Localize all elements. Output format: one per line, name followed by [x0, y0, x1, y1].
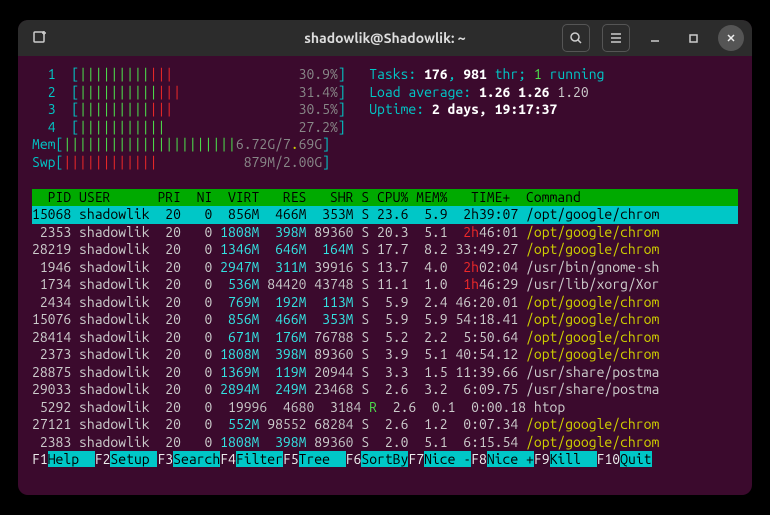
menu-button[interactable]: [602, 24, 630, 52]
process-row[interactable]: 28219 shadowlik 20 0 1346M 646M 164M S 1…: [32, 241, 738, 259]
search-button[interactable]: [562, 24, 590, 52]
cpu-meter-4: 4 [||||||||||| 27.2%]: [32, 119, 738, 137]
titlebar: shadowlik@Shadowlik: ~: [18, 20, 752, 56]
mem-meter: Mem[||||||||||||||||||||||6.72G/7.69G]: [32, 136, 738, 154]
new-tab-button[interactable]: [26, 24, 54, 52]
process-row[interactable]: 27121 shadowlik 20 0 552M 98552 68284 S …: [32, 416, 738, 434]
terminal-body[interactable]: 1 [|||||||||||| 30.9%] Tasks: 176, 981 t…: [18, 56, 752, 469]
process-header[interactable]: PID USER PRI NI VIRT RES SHR S CPU% MEM%…: [32, 189, 738, 207]
process-row[interactable]: 2373 shadowlik 20 0 1808M 398M 89360 S 3…: [32, 346, 738, 364]
process-row[interactable]: 15068 shadowlik 20 0 856M 466M 353M S 23…: [32, 206, 738, 224]
window-title: shadowlik@Shadowlik: ~: [304, 30, 465, 46]
process-row[interactable]: 5292 shadowlik 20 0 19996 4680 3184 R 2.…: [32, 399, 738, 417]
function-keys[interactable]: F1Help F2Setup F3SearchF4FilterF5Tree F6…: [32, 451, 738, 469]
swap-meter: Swp[|||||||||||| 879M/2.00G]: [32, 154, 738, 172]
process-row[interactable]: 2353 shadowlik 20 0 1808M 398M 89360 S 2…: [32, 224, 738, 242]
cpu-meter-1: 1 [|||||||||||| 30.9%] Tasks: 176, 981 t…: [32, 66, 738, 84]
close-button[interactable]: [718, 25, 744, 51]
process-row[interactable]: 2383 shadowlik 20 0 1808M 398M 89360 S 2…: [32, 434, 738, 452]
cpu-meter-2: 2 [||||||||||||| 31.4%] Load average: 1.…: [32, 84, 738, 102]
process-row[interactable]: 29033 shadowlik 20 0 2894M 249M 23468 S …: [32, 381, 738, 399]
process-row[interactable]: 1946 shadowlik 20 0 2947M 311M 39916 S 1…: [32, 259, 738, 277]
terminal-window: shadowlik@Shadowlik: ~ 1 [|||||||||||| 3…: [18, 20, 752, 495]
maximize-button[interactable]: [680, 25, 706, 51]
process-row[interactable]: 28875 shadowlik 20 0 1369M 119M 20944 S …: [32, 364, 738, 382]
process-row[interactable]: 1734 shadowlik 20 0 536M 84420 43748 S 1…: [32, 276, 738, 294]
process-row[interactable]: 15076 shadowlik 20 0 856M 466M 353M S 5.…: [32, 311, 738, 329]
cpu-meter-3: 3 [|||||||||||| 30.5%] Uptime: 2 days, 1…: [32, 101, 738, 119]
process-row[interactable]: 28414 shadowlik 20 0 671M 176M 76788 S 5…: [32, 329, 738, 347]
minimize-button[interactable]: [642, 25, 668, 51]
process-row[interactable]: 2434 shadowlik 20 0 769M 192M 113M S 5.9…: [32, 294, 738, 312]
